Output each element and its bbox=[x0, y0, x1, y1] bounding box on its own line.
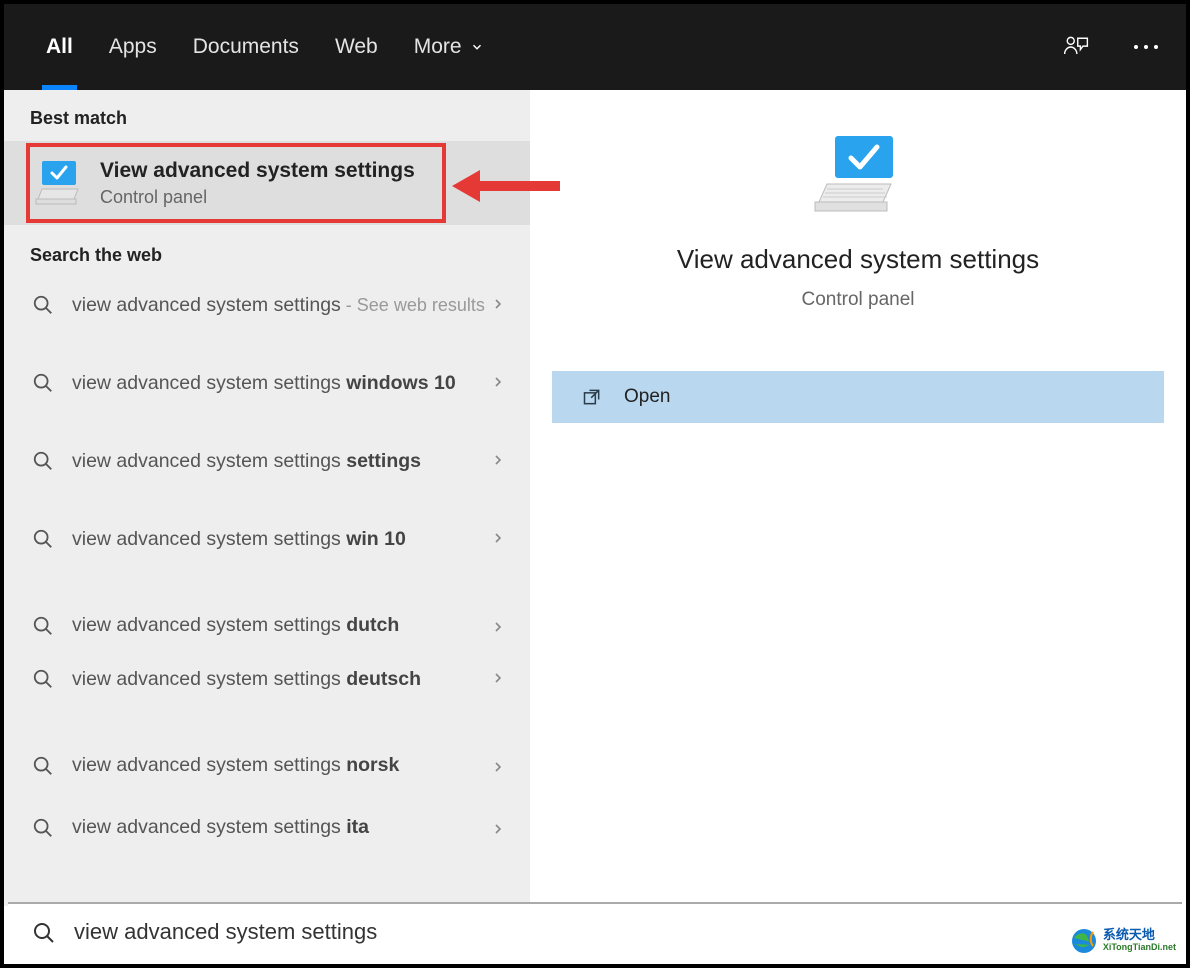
web-result-item[interactable]: view advanced system settings settings bbox=[4, 438, 530, 516]
preview-panel: View advanced system settings Control pa… bbox=[530, 90, 1186, 906]
chevron-right-icon bbox=[490, 821, 506, 837]
watermark-cn: 系统天地 bbox=[1103, 929, 1176, 941]
search-icon bbox=[32, 372, 54, 394]
web-result-text: view advanced system settings deutsch bbox=[72, 666, 490, 692]
web-result-text: view advanced system settings norsk bbox=[72, 752, 490, 778]
watermark-en: XiTongTianDi.net bbox=[1103, 941, 1176, 953]
open-action[interactable]: Open bbox=[552, 371, 1164, 423]
web-result-text: view advanced system settings windows 10 bbox=[72, 370, 490, 396]
search-input[interactable] bbox=[74, 919, 1158, 945]
web-result-text: view advanced system settings ita bbox=[72, 814, 490, 840]
chevron-right-icon bbox=[490, 619, 506, 635]
open-label: Open bbox=[624, 386, 670, 408]
tab-web[interactable]: Web bbox=[335, 4, 378, 90]
preview-icon bbox=[813, 134, 903, 214]
web-result-item[interactable]: view advanced system settings norsk bbox=[4, 734, 530, 796]
chevron-right-icon bbox=[490, 759, 506, 775]
best-match-text: View advanced system settings Control pa… bbox=[100, 159, 415, 208]
tab-all[interactable]: All bbox=[46, 4, 73, 90]
search-icon bbox=[32, 615, 54, 637]
web-results-list: view advanced system settings - See web … bbox=[4, 278, 530, 858]
open-icon bbox=[582, 387, 602, 407]
search-icon bbox=[32, 450, 54, 472]
best-match-result[interactable]: View advanced system settings Control pa… bbox=[4, 141, 530, 225]
tab-more[interactable]: More bbox=[414, 4, 484, 90]
chevron-right-icon bbox=[490, 670, 506, 686]
chevron-down-icon bbox=[470, 40, 484, 54]
search-icon bbox=[32, 755, 54, 777]
web-result-text: view advanced system settings win 10 bbox=[72, 526, 490, 552]
search-icon bbox=[32, 668, 54, 690]
chevron-right-icon bbox=[490, 296, 506, 312]
tab-documents[interactable]: Documents bbox=[193, 4, 299, 90]
best-match-label: Best match bbox=[4, 90, 530, 141]
preview-subtitle: Control panel bbox=[801, 289, 914, 311]
best-match-subtitle: Control panel bbox=[100, 187, 415, 208]
web-result-text: view advanced system settings dutch bbox=[72, 612, 490, 638]
search-icon bbox=[32, 817, 54, 839]
system-settings-icon bbox=[34, 159, 82, 207]
header-tabs: All Apps Documents Web More bbox=[46, 4, 484, 90]
chevron-right-icon bbox=[490, 530, 506, 546]
chevron-right-icon bbox=[490, 452, 506, 468]
search-web-label: Search the web bbox=[4, 225, 530, 278]
header-actions bbox=[1062, 4, 1158, 90]
results-panel: Best match View advanced system settings… bbox=[4, 90, 530, 906]
more-options-icon[interactable] bbox=[1134, 45, 1158, 49]
web-result-item[interactable]: view advanced system settings dutch bbox=[4, 594, 530, 656]
web-result-item[interactable]: view advanced system settings deutsch bbox=[4, 656, 530, 734]
globe-icon bbox=[1071, 928, 1097, 954]
web-result-item[interactable]: view advanced system settings win 10 bbox=[4, 516, 530, 594]
feedback-icon[interactable] bbox=[1062, 33, 1090, 61]
search-bar[interactable] bbox=[8, 902, 1182, 960]
web-result-item[interactable]: view advanced system settings ita bbox=[4, 796, 530, 858]
web-result-text: view advanced system settings - See web … bbox=[72, 292, 490, 318]
web-result-item[interactable]: view advanced system settings windows 10 bbox=[4, 360, 530, 438]
tab-more-label: More bbox=[414, 35, 462, 59]
search-header: All Apps Documents Web More bbox=[4, 4, 1186, 90]
preview-title: View advanced system settings bbox=[677, 244, 1039, 275]
chevron-right-icon bbox=[490, 374, 506, 390]
search-icon bbox=[32, 294, 54, 316]
tab-apps[interactable]: Apps bbox=[109, 4, 157, 90]
web-result-item[interactable]: view advanced system settings - See web … bbox=[4, 282, 530, 360]
search-icon bbox=[32, 921, 56, 945]
web-result-text: view advanced system settings settings bbox=[72, 448, 490, 474]
watermark: 系统天地 XiTongTianDi.net bbox=[1071, 928, 1176, 954]
best-match-title: View advanced system settings bbox=[100, 159, 415, 183]
search-icon bbox=[32, 528, 54, 550]
